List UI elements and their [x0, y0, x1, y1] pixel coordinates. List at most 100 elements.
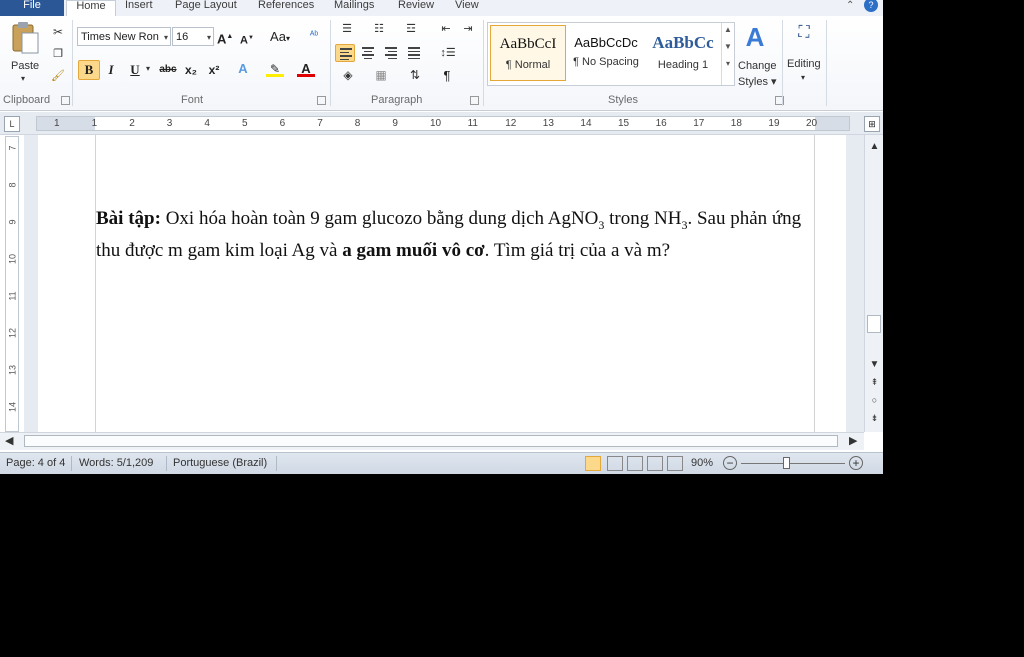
scroll-thumb[interactable]: [867, 315, 881, 333]
browse-object-icon[interactable]: ○: [868, 395, 881, 405]
more-styles-icon[interactable]: ▾: [722, 59, 734, 68]
tab-references[interactable]: References: [258, 0, 314, 16]
zoom-out-icon[interactable]: −: [723, 456, 737, 470]
view-ruler-icon[interactable]: ⊞: [864, 116, 880, 132]
paste-dropdown-icon[interactable]: ▾: [21, 74, 25, 83]
styles-scroll[interactable]: ▲ ▼ ▾: [721, 23, 734, 85]
vertical-scrollbar[interactable]: ▲ ▼ ⇞ ○ ⇟: [864, 135, 883, 432]
outline-icon[interactable]: [647, 456, 663, 471]
clipboard-launcher-icon[interactable]: [61, 96, 70, 105]
multilevel-list-icon[interactable]: ☲: [401, 22, 421, 36]
numbering-icon[interactable]: ☷: [369, 22, 389, 36]
horizontal-scrollbar[interactable]: ◀ ▶: [0, 432, 864, 450]
font-color-icon[interactable]: A: [297, 60, 315, 78]
ruler-tick-label: 5: [242, 118, 248, 129]
change-styles-label-line2[interactable]: Styles ▾: [738, 75, 777, 88]
style-no-spacing[interactable]: AaBbCcDc ¶ No Spacing: [568, 25, 644, 81]
horizontal-ruler[interactable]: 1 1 2 3 4 5 6 7 8 9 10 11 12 13 14 15 16 17 18 19 20: [36, 116, 850, 131]
style-sample: AaBbCc: [652, 33, 714, 52]
align-right-button[interactable]: [381, 44, 401, 62]
document-paragraph[interactable]: Bài tập: Oxi hóa hoàn toàn 9 gam glucozo…: [96, 206, 808, 263]
change-case-button[interactable]: Aa▾: [268, 28, 292, 46]
change-styles-label[interactable]: Change: [738, 60, 777, 72]
borders-icon[interactable]: ▦: [370, 68, 392, 82]
scroll-thumb[interactable]: [24, 435, 838, 447]
tab-page-layout[interactable]: Page Layout: [175, 0, 237, 16]
strikethrough-button[interactable]: abc: [158, 61, 178, 79]
print-layout-icon[interactable]: [585, 456, 601, 471]
scroll-up-icon[interactable]: ▲: [868, 141, 881, 152]
grow-font-button[interactable]: A▲: [217, 28, 233, 46]
tab-home[interactable]: Home: [66, 0, 116, 17]
ruler-tick-label: 16: [655, 118, 667, 129]
tab-review[interactable]: Review: [398, 0, 434, 16]
chevron-down-icon[interactable]: ▾: [801, 73, 805, 82]
page[interactable]: [38, 135, 846, 432]
align-center-button[interactable]: [358, 44, 378, 62]
scroll-up-icon[interactable]: ▲: [722, 25, 734, 34]
next-page-icon[interactable]: ⇟: [868, 413, 881, 424]
chevron-down-icon[interactable]: ▾: [146, 64, 150, 73]
vertical-ruler[interactable]: 7 8 9 10 11 12 13 14: [5, 136, 19, 432]
subscript-button[interactable]: x₂: [183, 61, 199, 79]
full-screen-reading-icon[interactable]: [607, 456, 623, 471]
style-normal[interactable]: AaBbCcI ¶ Normal: [490, 25, 566, 81]
format-painter-icon[interactable]: 🖌: [51, 69, 65, 83]
paragraph-launcher-icon[interactable]: [470, 96, 479, 105]
draft-icon[interactable]: [667, 456, 683, 471]
web-layout-icon[interactable]: [627, 456, 643, 471]
page-count[interactable]: Page: 4 of 4: [6, 457, 65, 469]
paste-icon[interactable]: [10, 21, 40, 55]
editing-button[interactable]: Editing: [787, 58, 821, 70]
cut-icon[interactable]: ✂: [51, 25, 65, 39]
line-spacing-icon[interactable]: ↕☰: [436, 46, 460, 60]
underline-button[interactable]: U: [127, 61, 143, 79]
change-styles-icon[interactable]: A: [740, 22, 770, 52]
superscript-button[interactable]: x²: [206, 61, 222, 79]
tab-insert[interactable]: Insert: [125, 0, 153, 16]
font-family-combo[interactable]: Times New Ron ▾: [77, 27, 171, 46]
binoculars-icon[interactable]: ⛶: [791, 24, 817, 42]
group-divider: [483, 20, 484, 106]
zoom-level[interactable]: 90%: [691, 457, 713, 469]
language-indicator[interactable]: Portuguese (Brazil): [173, 457, 267, 469]
increase-indent-icon[interactable]: ⇥: [460, 22, 476, 36]
styles-gallery: AaBbCcI ¶ Normal AaBbCcDc ¶ No Spacing A…: [487, 22, 735, 86]
tab-mailings[interactable]: Mailings: [334, 0, 374, 16]
align-left-button[interactable]: [335, 44, 355, 62]
help-icon[interactable]: ?: [864, 0, 878, 12]
scroll-left-icon[interactable]: ◀: [5, 434, 13, 447]
highlight-icon[interactable]: ✎: [266, 60, 284, 78]
scroll-right-icon[interactable]: ▶: [849, 434, 857, 447]
paste-label[interactable]: Paste: [11, 60, 39, 72]
font-size-combo[interactable]: 16 ▾: [172, 27, 214, 46]
font-launcher-icon[interactable]: [317, 96, 326, 105]
ruler-tick-label: 1: [54, 118, 60, 129]
ruler-tick-label: 2: [129, 118, 135, 129]
show-hide-marks-button[interactable]: ¶: [439, 67, 455, 85]
shading-icon[interactable]: ◈: [337, 68, 359, 82]
clear-formatting-icon[interactable]: ᴬᵇ: [304, 27, 324, 45]
bullets-icon[interactable]: ☰: [337, 22, 357, 36]
tab-file[interactable]: File: [0, 0, 64, 16]
zoom-slider-thumb[interactable]: [782, 457, 790, 469]
decrease-indent-icon[interactable]: ⇤: [438, 22, 454, 36]
copy-icon[interactable]: ❐: [51, 47, 65, 61]
zoom-slider-track[interactable]: [741, 463, 845, 464]
sort-icon[interactable]: ⇅: [407, 68, 423, 82]
doc-text: trong NH: [604, 208, 682, 229]
text-effects-icon[interactable]: A: [234, 60, 252, 78]
style-heading-1[interactable]: AaBbCc Heading 1: [645, 25, 721, 81]
justify-button[interactable]: [404, 44, 424, 62]
zoom-in-icon[interactable]: +: [849, 456, 863, 470]
bold-button[interactable]: B: [78, 60, 100, 80]
italic-button[interactable]: I: [104, 61, 118, 79]
word-count[interactable]: Words: 5/1,209: [79, 457, 153, 469]
previous-page-icon[interactable]: ⇞: [868, 377, 881, 388]
scroll-down-icon[interactable]: ▼: [722, 42, 734, 51]
tab-view[interactable]: View: [455, 0, 479, 16]
shrink-font-button[interactable]: A▼: [239, 29, 255, 47]
scroll-down-icon[interactable]: ▼: [868, 359, 881, 370]
tab-selector[interactable]: L: [4, 116, 20, 132]
minimize-ribbon-icon[interactable]: ⌃: [846, 0, 854, 11]
